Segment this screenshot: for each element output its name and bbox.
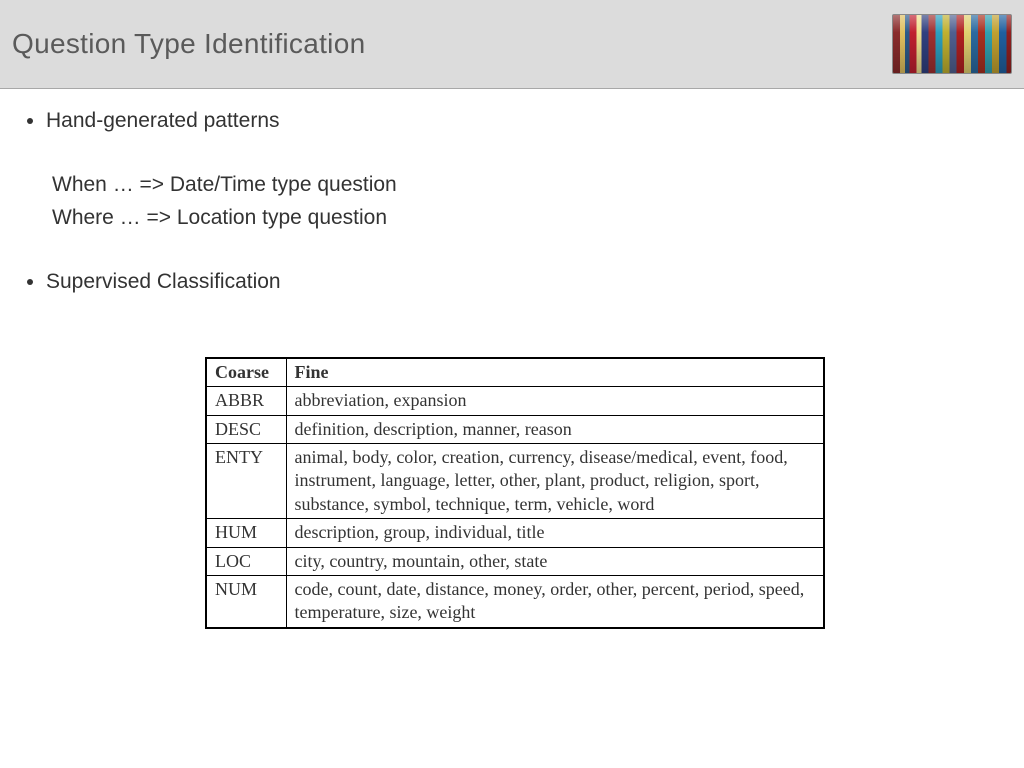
- table-row: HUMdescription, group, individual, title: [206, 519, 824, 547]
- cell-coarse: DESC: [206, 415, 286, 443]
- example-when: When … => Date/Time type question: [52, 169, 1014, 202]
- bullet-item-patterns: Hand-generated patterns When … => Date/T…: [46, 107, 1014, 234]
- bullet-text: Supervised Classification: [46, 270, 281, 293]
- bullet-text: Hand-generated patterns: [46, 109, 280, 132]
- bookshelf-image: [892, 14, 1012, 74]
- cell-fine: description, group, individual, title: [286, 519, 824, 547]
- page-title: Question Type Identification: [12, 28, 365, 60]
- slide-header: Question Type Identification: [0, 0, 1024, 89]
- table-row: DESCdefinition, description, manner, rea…: [206, 415, 824, 443]
- cell-fine: definition, description, manner, reason: [286, 415, 824, 443]
- pattern-examples: When … => Date/Time type question Where …: [46, 169, 1014, 234]
- cell-fine: code, count, date, distance, money, orde…: [286, 575, 824, 627]
- bullet-item-supervised: Supervised Classification: [46, 268, 1014, 296]
- col-header-fine: Fine: [286, 358, 824, 387]
- classification-table-wrap: Coarse Fine ABBRabbreviation, expansionD…: [205, 357, 825, 629]
- table-header-row: Coarse Fine: [206, 358, 824, 387]
- table-row: ABBRabbreviation, expansion: [206, 387, 824, 415]
- cell-coarse: LOC: [206, 547, 286, 575]
- table-row: ENTYanimal, body, color, creation, curre…: [206, 443, 824, 518]
- cell-coarse: ENTY: [206, 443, 286, 518]
- col-header-coarse: Coarse: [206, 358, 286, 387]
- cell-coarse: NUM: [206, 575, 286, 627]
- cell-coarse: ABBR: [206, 387, 286, 415]
- example-where: Where … => Location type question: [52, 202, 1014, 235]
- table-row: NUMcode, count, date, distance, money, o…: [206, 575, 824, 627]
- cell-fine: abbreviation, expansion: [286, 387, 824, 415]
- slide-content: Hand-generated patterns When … => Date/T…: [0, 89, 1024, 629]
- cell-coarse: HUM: [206, 519, 286, 547]
- cell-fine: city, country, mountain, other, state: [286, 547, 824, 575]
- bullet-list: Hand-generated patterns When … => Date/T…: [16, 107, 1014, 297]
- cell-fine: animal, body, color, creation, currency,…: [286, 443, 824, 518]
- table-row: LOCcity, country, mountain, other, state: [206, 547, 824, 575]
- classification-table: Coarse Fine ABBRabbreviation, expansionD…: [205, 357, 825, 629]
